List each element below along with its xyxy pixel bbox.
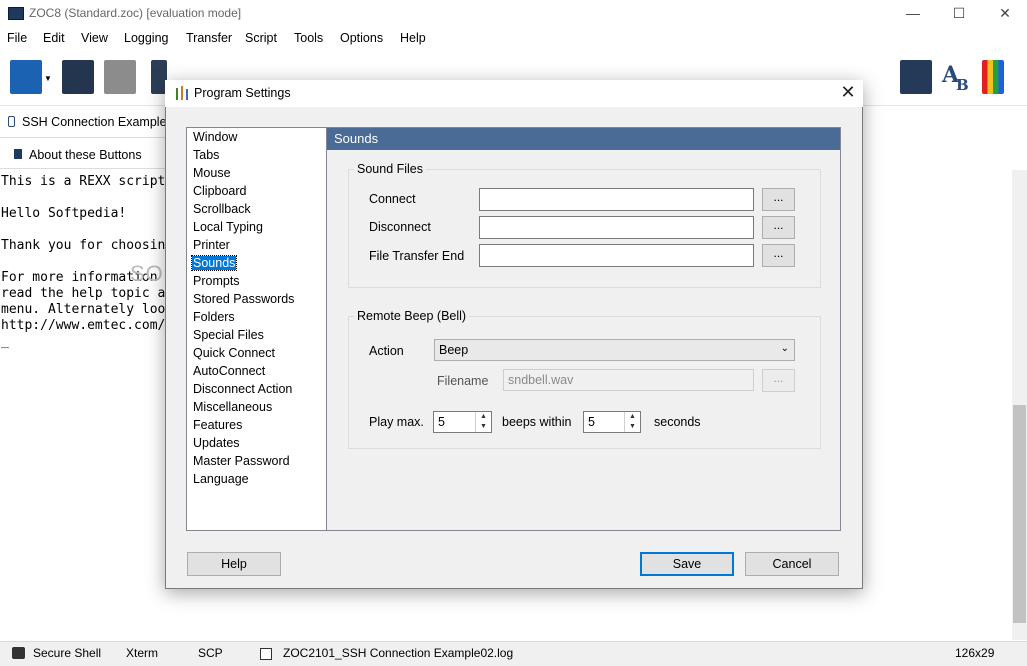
dropdown-arrow-icon[interactable]: ▼	[44, 74, 52, 83]
nav-item-window[interactable]: Window	[193, 130, 237, 144]
window-title: ZOC8 (Standard.zoc) [evaluation mode]	[29, 6, 242, 20]
terminal-line: This is a REXX script	[1, 174, 166, 189]
nav-item-clipboard[interactable]: Clipboard	[193, 184, 247, 198]
app-icon	[8, 7, 24, 20]
disk-icon[interactable]	[104, 60, 136, 94]
spinner-arrows[interactable]: ▲ ▼	[624, 412, 640, 432]
new-session-icon[interactable]	[62, 60, 94, 94]
play-max-spinner[interactable]: 5 ▲ ▼	[433, 411, 492, 433]
terminal-icon[interactable]	[900, 60, 932, 94]
seconds-label: seconds	[654, 415, 701, 429]
nav-item-scrollback[interactable]: Scrollback	[193, 202, 251, 216]
dialog-close-button[interactable]: ✕	[835, 81, 861, 105]
dialog-title: Program Settings	[194, 86, 291, 100]
filename-label: Filename	[437, 374, 489, 388]
session-tab-label: SSH Connection Example	[22, 115, 167, 129]
nav-item-updates[interactable]: Updates	[193, 436, 240, 450]
disconnect-label: Disconnect	[369, 220, 431, 234]
spin-down-icon[interactable]: ▼	[476, 422, 491, 432]
menu-tools[interactable]: Tools	[294, 31, 323, 45]
status-emulation[interactable]: Xterm	[126, 646, 158, 660]
beep-filename-browse-button[interactable]: ...	[762, 369, 795, 392]
transfer-end-label: File Transfer End	[369, 249, 465, 263]
spin-up-icon[interactable]: ▲	[476, 412, 491, 422]
nav-item-local-typing[interactable]: Local Typing	[193, 220, 263, 234]
cancel-button[interactable]: Cancel	[745, 552, 839, 576]
nav-item-sounds[interactable]: Sounds	[190, 255, 238, 271]
nav-item-special-files[interactable]: Special Files	[193, 328, 264, 342]
maximize-button[interactable]: ☐	[936, 0, 982, 28]
transfer-end-sound-input[interactable]	[479, 244, 754, 267]
status-connection[interactable]: Secure Shell	[33, 646, 101, 660]
menu-transfer[interactable]: Transfer	[186, 31, 232, 45]
session-icon	[8, 116, 15, 127]
play-max-label: Play max.	[369, 415, 424, 429]
nav-item-printer[interactable]: Printer	[193, 238, 230, 252]
lock-icon	[12, 647, 25, 659]
menu-script[interactable]: Script	[245, 31, 277, 45]
settings-icon	[176, 86, 188, 100]
seconds-spinner[interactable]: 5 ▲ ▼	[583, 411, 641, 433]
scrollbar-thumb[interactable]	[1013, 405, 1026, 623]
menu-options[interactable]: Options	[340, 31, 383, 45]
nav-item-folders[interactable]: Folders	[193, 310, 235, 324]
nav-item-quick-connect[interactable]: Quick Connect	[193, 346, 275, 360]
menu-file[interactable]: File	[7, 31, 27, 45]
nav-item-stored-passwords[interactable]: Stored Passwords	[193, 292, 294, 306]
nav-item-features[interactable]: Features	[193, 418, 242, 432]
button-icon	[14, 149, 22, 159]
beeps-within-label: beeps within	[502, 415, 572, 429]
close-window-button[interactable]: ✕	[982, 0, 1027, 28]
menu-edit[interactable]: Edit	[43, 31, 65, 45]
about-buttons-button[interactable]: About these Buttons	[29, 148, 142, 162]
nav-item-prompts[interactable]: Prompts	[193, 274, 240, 288]
nav-item-miscellaneous[interactable]: Miscellaneous	[193, 400, 272, 414]
play-max-value: 5	[438, 415, 445, 429]
status-logfile[interactable]: ZOC2101_SSH Connection Example02.log	[283, 646, 513, 660]
terminal-line: menu. Alternately loo	[1, 302, 166, 317]
action-label: Action	[369, 344, 404, 358]
panel-header	[327, 128, 840, 150]
terminal-line: http://www.emtec.com/	[1, 318, 166, 333]
seconds-value: 5	[588, 415, 595, 429]
sound-files-label: Sound Files	[354, 162, 427, 176]
nav-item-language[interactable]: Language	[193, 472, 249, 486]
terminal-line: Thank you for choosing	[1, 238, 174, 253]
sort-az-icon[interactable]	[10, 60, 42, 94]
menu-view[interactable]: View	[81, 31, 108, 45]
minimize-button[interactable]: —	[890, 0, 936, 28]
action-select[interactable]: Beep ⌄	[434, 339, 795, 361]
spin-down-icon[interactable]: ▼	[625, 422, 640, 432]
disconnect-browse-button[interactable]: ...	[762, 216, 795, 239]
spinner-arrows[interactable]: ▲ ▼	[475, 412, 491, 432]
help-button[interactable]: Help	[187, 552, 281, 576]
status-transfer[interactable]: SCP	[198, 646, 223, 660]
save-button[interactable]: Save	[640, 552, 734, 576]
beep-filename-input[interactable]: sndbell.wav	[503, 369, 754, 391]
nav-item-tabs[interactable]: Tabs	[193, 148, 219, 162]
nav-item-disconnect-action[interactable]: Disconnect Action	[193, 382, 292, 396]
logging-checkbox[interactable]	[260, 648, 272, 660]
terminal-line: read the help topic a	[1, 286, 166, 301]
connect-sound-input[interactable]	[479, 188, 754, 211]
color-tubes-icon[interactable]	[982, 60, 1004, 94]
menu-logging[interactable]: Logging	[124, 31, 169, 45]
connect-browse-button[interactable]: ...	[762, 188, 795, 211]
nav-item-autoconnect[interactable]: AutoConnect	[193, 364, 265, 378]
chevron-down-icon: ⌄	[780, 343, 789, 354]
nav-item-master-password[interactable]: Master Password	[193, 454, 290, 468]
terminal-line: Hello Softpedia!	[1, 206, 127, 221]
transfer-end-browse-button[interactable]: ...	[762, 244, 795, 267]
terminal-cursor: _	[1, 334, 9, 349]
connect-label: Connect	[369, 192, 416, 206]
action-select-value: Beep	[439, 343, 469, 357]
menu-help[interactable]: Help	[400, 31, 426, 45]
remote-beep-label: Remote Beep (Bell)	[354, 309, 470, 323]
panel-title: Sounds	[334, 131, 379, 146]
spin-up-icon[interactable]: ▲	[625, 412, 640, 422]
disconnect-sound-input[interactable]	[479, 216, 754, 239]
status-size: 126x29	[955, 646, 995, 660]
nav-item-mouse[interactable]: Mouse	[193, 166, 231, 180]
font-b-icon: B	[956, 76, 969, 94]
